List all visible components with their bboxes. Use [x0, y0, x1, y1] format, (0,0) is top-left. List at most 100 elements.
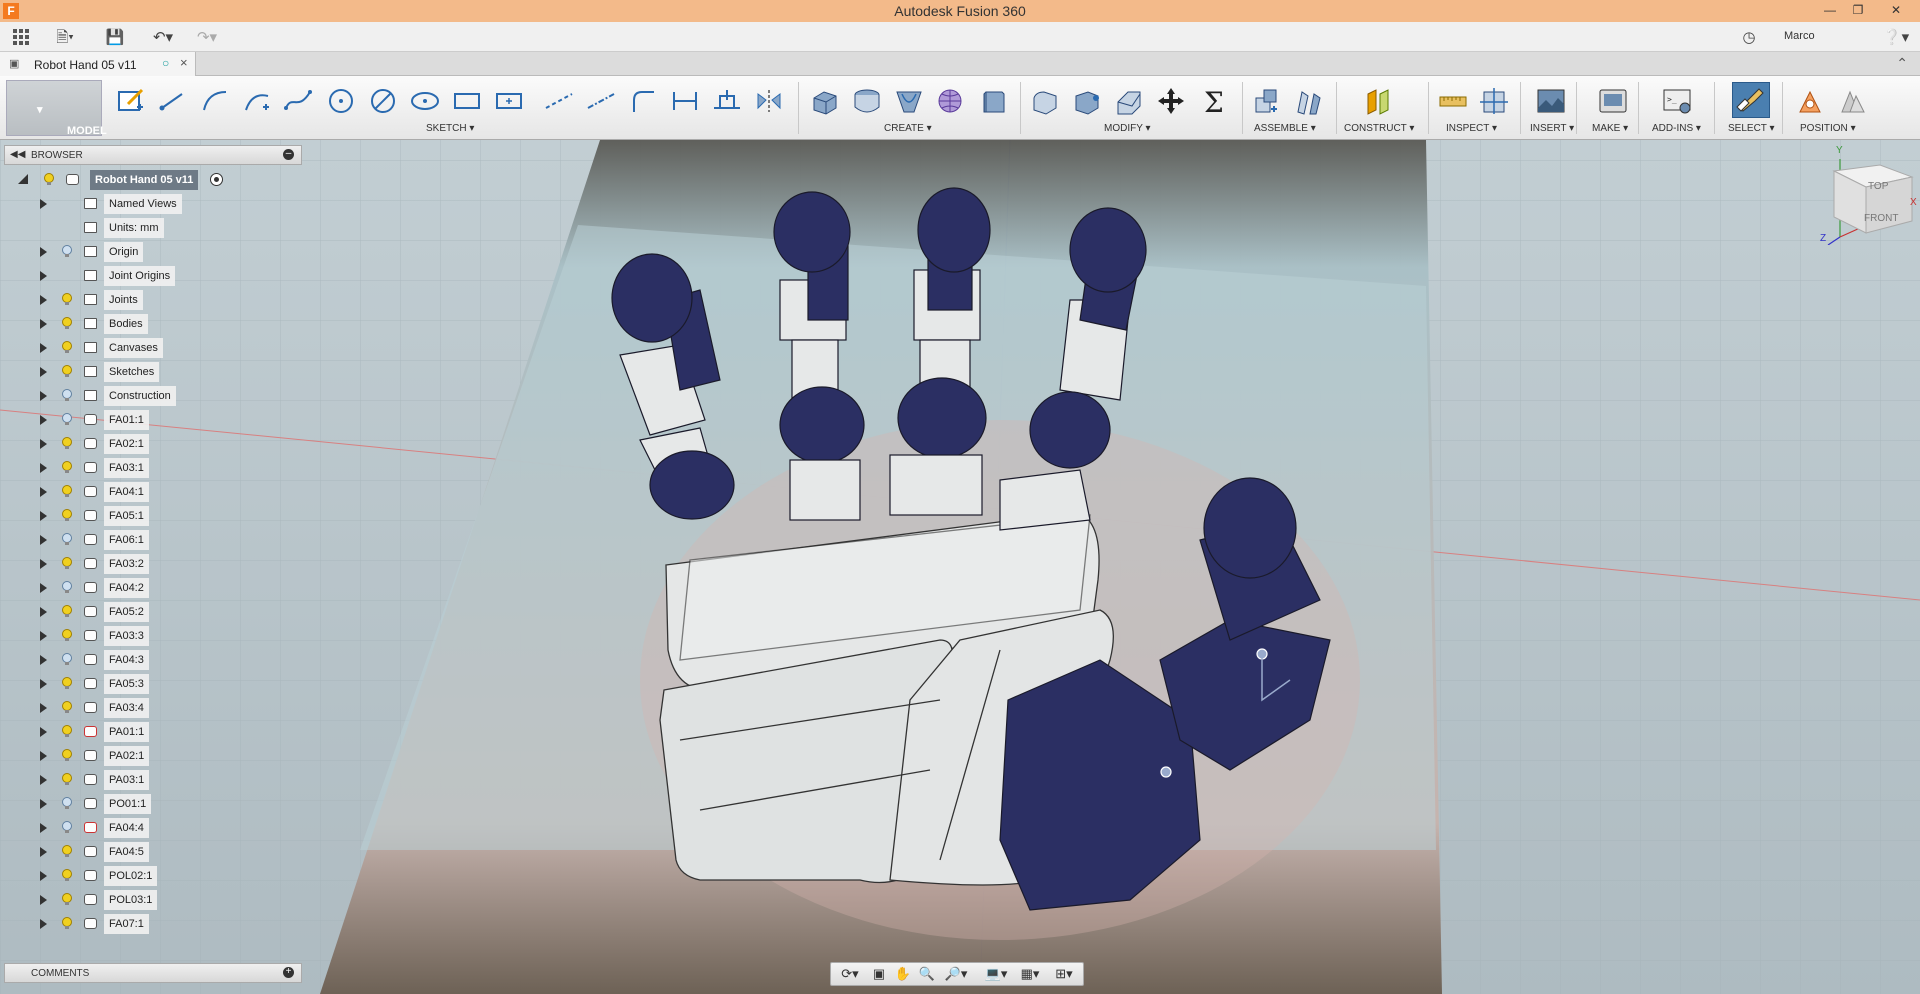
expand-triangle-icon[interactable]: [40, 343, 47, 353]
visibility-bulb-icon[interactable]: [62, 605, 72, 618]
expand-triangle-icon[interactable]: [40, 871, 47, 881]
insert-group-label[interactable]: INSERT ▾: [1530, 123, 1574, 134]
visibility-bulb-icon[interactable]: [62, 845, 72, 858]
browser-item-fa04-5[interactable]: FA04:5: [14, 842, 254, 862]
visibility-bulb-icon[interactable]: [62, 629, 72, 642]
viewports-icon[interactable]: ⊞▾: [1049, 965, 1079, 983]
model-scene[interactable]: [0, 140, 1920, 994]
collapse-panel-icon[interactable]: ◀◀: [10, 149, 25, 160]
diameter-circle-icon[interactable]: [366, 86, 400, 116]
expand-triangle-icon[interactable]: [40, 727, 47, 737]
browser-item-fa03-1[interactable]: FA03:1: [14, 458, 254, 478]
visibility-bulb-icon[interactable]: [62, 701, 72, 714]
addins-group-label[interactable]: ADD-INS ▾: [1652, 123, 1701, 134]
browser-item-fa02-1[interactable]: FA02:1: [14, 434, 254, 454]
expand-triangle-icon[interactable]: [40, 463, 47, 473]
browser-item-bodies[interactable]: Bodies: [14, 314, 254, 334]
fit-icon[interactable]: 🔎▾: [941, 965, 971, 983]
visibility-bulb-icon[interactable]: [62, 821, 72, 834]
expand-triangle-icon[interactable]: [40, 511, 47, 521]
visibility-bulb-icon[interactable]: [62, 653, 72, 666]
attached-canvas-icon[interactable]: [1534, 86, 1568, 116]
browser-item-pol02-1[interactable]: POL02:1: [14, 866, 254, 886]
sketch-group-label[interactable]: SKETCH ▾: [426, 123, 474, 134]
close-tab-icon[interactable]: ×: [180, 55, 188, 70]
orbit-icon[interactable]: ⟳▾: [835, 965, 865, 983]
browser-item-fa05-1[interactable]: FA05:1: [14, 506, 254, 526]
visibility-bulb-icon[interactable]: [62, 437, 72, 450]
visibility-bulb-icon[interactable]: [62, 773, 72, 786]
browser-item-canvases[interactable]: Canvases: [14, 338, 254, 358]
box-icon[interactable]: [976, 86, 1010, 116]
expand-triangle-icon[interactable]: [40, 415, 47, 425]
browser-item-sketches[interactable]: Sketches: [14, 362, 254, 382]
viewcube[interactable]: TOP FRONT X Y Z: [1820, 145, 1920, 245]
move-icon[interactable]: [1154, 86, 1188, 116]
visibility-bulb-icon[interactable]: [62, 389, 72, 402]
revert-position-icon[interactable]: [1836, 86, 1870, 116]
expand-triangle-icon[interactable]: [40, 847, 47, 857]
restore-icon[interactable]: ❐: [1848, 2, 1868, 18]
browser-item-po01-1[interactable]: PO01:1: [14, 794, 254, 814]
visibility-bulb-icon[interactable]: [62, 533, 72, 546]
expand-triangle-icon[interactable]: [40, 535, 47, 545]
mirror-sketch-icon[interactable]: [752, 86, 786, 116]
centerline-icon[interactable]: [584, 86, 618, 116]
rectangle-icon[interactable]: [450, 86, 484, 116]
expand-triangle-icon[interactable]: [40, 319, 47, 329]
select-group-label[interactable]: SELECT ▾: [1728, 123, 1775, 134]
sweep-icon[interactable]: [892, 86, 926, 116]
visibility-bulb-icon[interactable]: [62, 893, 72, 906]
construct-group-label[interactable]: CONSTRUCT ▾: [1344, 123, 1414, 134]
browser-item-joint-origins[interactable]: Joint Origins: [14, 266, 254, 286]
visibility-bulb-icon[interactable]: [62, 245, 72, 258]
collapse-triangle-icon[interactable]: [18, 174, 28, 184]
chevron-up-icon[interactable]: ⌃: [1896, 55, 1908, 72]
inspect-group-label[interactable]: INSPECT ▾: [1446, 123, 1497, 134]
visibility-bulb-icon[interactable]: [62, 509, 72, 522]
save-icon[interactable]: 💾: [102, 28, 128, 48]
visibility-bulb-icon[interactable]: [62, 869, 72, 882]
3d-print-icon[interactable]: [1596, 86, 1630, 116]
new-component-icon[interactable]: [1250, 86, 1284, 116]
visibility-bulb-icon[interactable]: [62, 293, 72, 306]
dimension-icon[interactable]: [668, 86, 702, 116]
canvas-viewport[interactable]: TOP FRONT X Y Z: [0, 140, 1920, 994]
extrude-icon[interactable]: [808, 86, 842, 116]
visibility-bulb-icon[interactable]: [62, 317, 72, 330]
three-point-arc-icon[interactable]: [240, 86, 274, 116]
help-icon[interactable]: ❔▾: [1878, 28, 1914, 48]
browser-item-named-views[interactable]: Named Views: [14, 194, 254, 214]
offset-plane-icon[interactable]: [1362, 86, 1396, 116]
pan-icon[interactable]: ✋: [891, 965, 915, 983]
expand-triangle-icon[interactable]: [40, 607, 47, 617]
grid-settings-icon[interactable]: ▦▾: [1015, 965, 1045, 983]
assemble-group-label[interactable]: ASSEMBLE ▾: [1254, 123, 1316, 134]
expand-triangle-icon[interactable]: [40, 823, 47, 833]
browser-item-fa04-3[interactable]: FA04:3: [14, 650, 254, 670]
undo-icon[interactable]: ↶▾: [146, 28, 180, 48]
visibility-bulb-icon[interactable]: [44, 173, 54, 186]
browser-item-pa03-1[interactable]: PA03:1: [14, 770, 254, 790]
expand-triangle-icon[interactable]: [40, 703, 47, 713]
expand-triangle-icon[interactable]: [40, 655, 47, 665]
visibility-bulb-icon[interactable]: [62, 341, 72, 354]
visibility-bulb-icon[interactable]: [62, 413, 72, 426]
project-icon[interactable]: [710, 86, 744, 116]
browser-item-joints[interactable]: Joints: [14, 290, 254, 310]
expand-triangle-icon[interactable]: [40, 679, 47, 689]
expand-triangle-icon[interactable]: [40, 271, 47, 281]
browser-item-pa01-1[interactable]: PA01:1: [14, 722, 254, 742]
arc-icon[interactable]: [198, 86, 232, 116]
create-sketch-icon[interactable]: [114, 86, 148, 116]
browser-root-row[interactable]: Robot Hand 05 v11: [14, 170, 254, 190]
close-icon[interactable]: ✕: [1886, 2, 1906, 18]
capture-position-icon[interactable]: [1794, 86, 1828, 116]
zoom-icon[interactable]: 🔍: [915, 965, 939, 983]
center-rectangle-icon[interactable]: [492, 86, 526, 116]
spline-icon[interactable]: [282, 86, 316, 116]
browser-item-construction[interactable]: Construction: [14, 386, 254, 406]
visibility-bulb-icon[interactable]: [62, 461, 72, 474]
visibility-bulb-icon[interactable]: [62, 797, 72, 810]
visibility-bulb-icon[interactable]: [62, 749, 72, 762]
